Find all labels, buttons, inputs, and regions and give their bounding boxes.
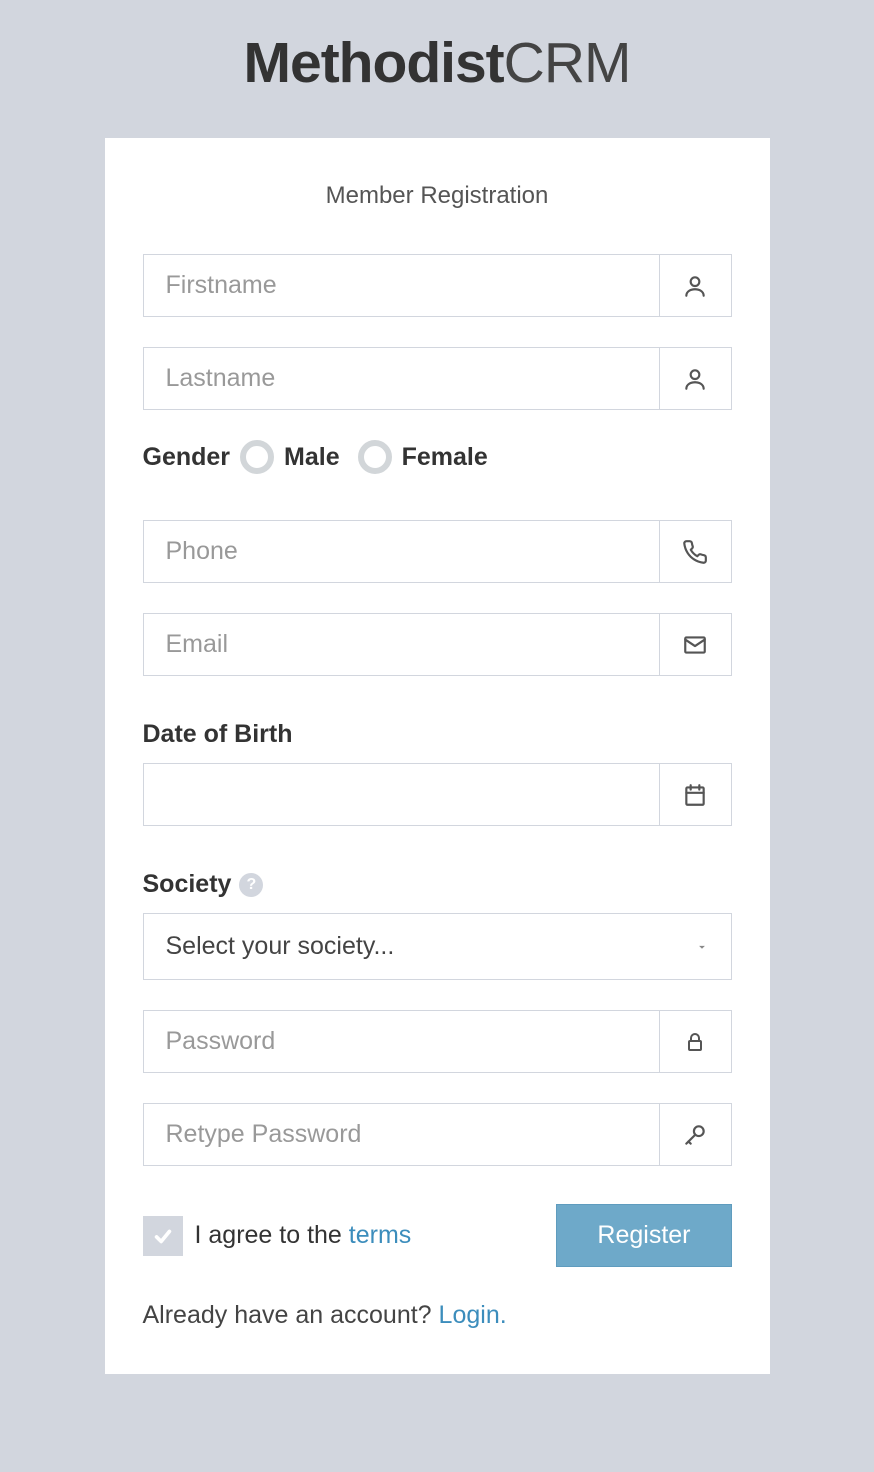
agree-text: I agree to the terms <box>195 1221 412 1250</box>
register-button[interactable]: Register <box>556 1204 731 1267</box>
phone-icon <box>659 521 731 582</box>
phone-input[interactable] <box>144 521 659 582</box>
society-label-row: Society ? <box>143 870 732 899</box>
email-field-wrap <box>143 613 732 676</box>
gender-label: Gender <box>143 443 231 472</box>
lock-icon <box>659 1011 731 1072</box>
registration-card: Member Registration Gender Male <box>105 138 770 1374</box>
login-row: Already have an account? Login. <box>143 1301 732 1330</box>
dob-field-wrap <box>143 763 732 826</box>
envelope-icon <box>659 614 731 675</box>
radio-male[interactable] <box>240 440 274 474</box>
footer-row: I agree to the terms Register <box>143 1204 732 1267</box>
logo-thin: CRM <box>504 31 631 95</box>
dob-label: Date of Birth <box>143 720 732 749</box>
user-icon <box>659 348 731 409</box>
society-select[interactable]: Select your society... <box>143 913 732 980</box>
firstname-field-wrap <box>143 254 732 317</box>
terms-checkbox[interactable] <box>143 1216 183 1256</box>
lastname-input[interactable] <box>144 348 659 409</box>
chevron-down-icon <box>695 940 709 954</box>
password-input[interactable] <box>144 1011 659 1072</box>
calendar-icon <box>659 764 731 825</box>
email-input[interactable] <box>144 614 659 675</box>
user-icon <box>659 255 731 316</box>
card-title: Member Registration <box>143 182 732 210</box>
female-label: Female <box>402 443 488 472</box>
agree-wrap: I agree to the terms <box>143 1216 412 1256</box>
radio-female[interactable] <box>358 440 392 474</box>
key-icon <box>659 1104 731 1165</box>
firstname-input[interactable] <box>144 255 659 316</box>
gender-row: Gender Male Female <box>143 440 732 474</box>
existing-account-text: Already have an account? <box>143 1301 439 1329</box>
society-label: Society <box>143 870 232 899</box>
terms-link[interactable]: terms <box>349 1221 412 1249</box>
phone-field-wrap <box>143 520 732 583</box>
society-placeholder: Select your society... <box>166 932 695 961</box>
password-field-wrap <box>143 1010 732 1073</box>
logo-bold: Methodist <box>244 31 504 95</box>
retype-password-field-wrap <box>143 1103 732 1166</box>
retype-password-input[interactable] <box>144 1104 659 1165</box>
lastname-field-wrap <box>143 347 732 410</box>
male-label: Male <box>284 443 340 472</box>
logo: MethodistCRM <box>0 30 874 96</box>
login-link[interactable]: Login. <box>439 1301 507 1329</box>
dob-input[interactable] <box>144 764 659 825</box>
help-icon[interactable]: ? <box>239 873 263 897</box>
